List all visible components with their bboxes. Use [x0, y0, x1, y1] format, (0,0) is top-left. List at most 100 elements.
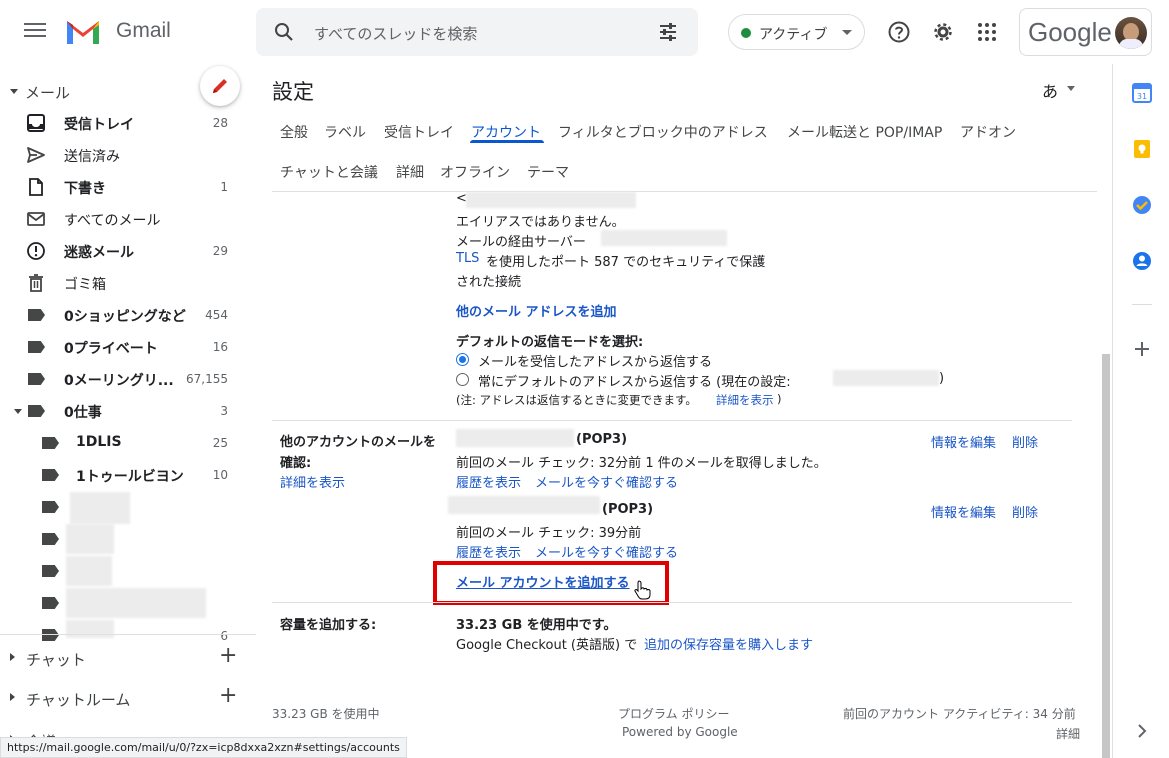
checkout-text: Google Checkout (英語版) で [456, 638, 638, 653]
check-now-link[interactable]: メールを今すぐ確認する [535, 472, 678, 491]
label-tag-icon [28, 341, 45, 353]
sidebar-label-shopping[interactable]: 0ショッピングなど 454 [0, 299, 256, 331]
reply-option-1-label[interactable]: メールを受信したアドレスから返信する [478, 351, 712, 370]
reply-from-received-radio[interactable] [456, 353, 469, 366]
sidebar-label-tourbillon[interactable]: 1トゥールビヨン 10 [0, 459, 256, 491]
tab-labels[interactable]: ラベル [324, 122, 366, 142]
gmail-logo-icon[interactable] [64, 17, 102, 47]
label-tag-icon [28, 405, 45, 417]
activity-details-link[interactable]: 詳細 [1056, 725, 1080, 742]
redacted-label [70, 492, 130, 524]
send-icon [27, 147, 45, 163]
storage-usage: 33.23 GB を使用中です。 [456, 618, 617, 633]
reply-from-default-radio[interactable] [456, 373, 469, 386]
tab-inbox[interactable]: 受信トレイ [384, 122, 454, 142]
collapse-triangle-icon[interactable] [10, 89, 18, 94]
sidebar-item-drafts[interactable]: 下書き 1 [0, 171, 256, 203]
chat-rooms-section[interactable]: チャットルーム + [0, 678, 256, 718]
sidebar-item-all-mail[interactable]: すべてのメール [0, 203, 256, 235]
sidebar-item-label: ゴミ箱 [64, 277, 106, 293]
calendar-icon[interactable]: 31 [1131, 82, 1153, 104]
search-input[interactable]: すべてのスレッドを検索 [314, 23, 477, 44]
link-hover-url: https://mail.google.com/mail/u/0/?zx=icp… [0, 737, 407, 758]
delete-link[interactable]: 削除 [1012, 502, 1038, 521]
search-icon[interactable] [272, 20, 296, 44]
tab-forwarding[interactable]: メール転送と POP/IMAP [787, 122, 942, 142]
tab-accounts[interactable]: アカウント [471, 122, 541, 142]
sidebar-label-hidden[interactable] [0, 555, 256, 587]
input-tools-button[interactable]: あ [1042, 78, 1058, 102]
search-bar[interactable]: すべてのスレッドを検索 [256, 8, 698, 56]
tls-link[interactable]: TLS [456, 251, 479, 266]
chat-section[interactable]: チャット + [0, 638, 256, 678]
app-name[interactable]: Gmail [116, 19, 171, 43]
sidebar-item-trash[interactable]: ゴミ箱 [0, 267, 256, 299]
sidebar-label-dlis[interactable]: 1DLIS 25 [0, 427, 256, 459]
inbox-icon [27, 114, 45, 132]
sidebar-label-private[interactable]: 0プライベート 16 [0, 331, 256, 363]
check-mail-label: 他のアカウントのメールを [280, 435, 437, 450]
storage-label: 容量を追加する: [280, 618, 377, 633]
delete-link[interactable]: 削除 [1012, 432, 1038, 451]
tab-general[interactable]: 全般 [280, 122, 308, 142]
contacts-icon[interactable] [1131, 250, 1153, 272]
tab-chat-meet[interactable]: チャットと会議 [280, 162, 378, 182]
expand-triangle-icon[interactable] [10, 653, 15, 661]
caret-down-icon[interactable] [1067, 86, 1075, 91]
sidebar-item-spam[interactable]: 迷惑メール 29 [0, 235, 256, 267]
compose-button[interactable] [200, 66, 240, 106]
edit-info-link[interactable]: 情報を編集 [931, 502, 996, 521]
reply-note-learn-more[interactable]: 詳細を表示 [716, 392, 774, 408]
apps-grid-icon[interactable] [975, 20, 999, 44]
tab-offline[interactable]: オフライン [440, 162, 510, 182]
main-menu-icon[interactable] [24, 20, 46, 42]
view-history-link[interactable]: 履歴を表示 [456, 542, 521, 561]
label-tag-icon [42, 469, 59, 481]
add-other-address-link[interactable]: 他のメール アドレスを追加 [456, 301, 617, 320]
section-divider [272, 420, 1072, 421]
active-tab-indicator [470, 140, 544, 143]
chevron-right-icon[interactable] [1131, 720, 1153, 742]
check-mail-learn-more[interactable]: 詳細を表示 [280, 472, 345, 491]
tab-addons[interactable]: アドオン [960, 122, 1016, 142]
tab-filters[interactable]: フィルタとブロック中のアドレス [558, 122, 768, 142]
edit-info-link[interactable]: 情報を編集 [931, 432, 996, 451]
unread-count: 29 [212, 244, 228, 258]
add-addon-plus-icon[interactable] [1131, 338, 1153, 360]
google-account-button[interactable]: Google [1019, 8, 1152, 56]
tab-themes[interactable]: テーマ [527, 162, 569, 182]
tab-advanced[interactable]: 詳細 [396, 162, 424, 182]
sidebar-item-label: 受信トレイ [64, 117, 134, 133]
chat-rooms-label: チャットルーム [26, 691, 131, 709]
add-mail-account-link[interactable]: メール アカウントを追加する [456, 572, 630, 591]
help-icon[interactable] [887, 20, 911, 44]
add-chat-icon[interactable]: + [219, 645, 237, 667]
search-options-icon[interactable] [656, 20, 680, 44]
unread-count: 67,155 [186, 372, 228, 386]
expand-triangle-icon[interactable] [10, 693, 15, 701]
keep-icon[interactable] [1131, 138, 1153, 160]
sidebar-item-inbox[interactable]: 受信トレイ 28 [0, 107, 256, 139]
sidebar-label-hidden[interactable] [0, 523, 256, 555]
sidebar-label-mailing-list[interactable]: 0メーリングリ... 67,155 [0, 363, 256, 395]
label-tag-icon [42, 437, 59, 449]
program-policy-link[interactable]: プログラム ポリシー [618, 705, 729, 722]
sidebar-label-work[interactable]: 0仕事 3 [0, 395, 256, 427]
unread-count: 28 [212, 116, 228, 130]
reply-option-2-label[interactable]: 常にデフォルトのアドレスから返信する (現在の設定: [478, 371, 791, 390]
add-room-icon[interactable]: + [219, 685, 237, 707]
expand-triangle-icon[interactable] [14, 409, 22, 414]
settings-gear-icon[interactable] [931, 20, 955, 44]
tasks-icon[interactable] [1131, 194, 1153, 216]
sidebar-item-label: 迷惑メール [64, 245, 134, 261]
status-selector[interactable]: アクティブ [728, 14, 865, 50]
check-now-link[interactable]: メールを今すぐ確認する [535, 542, 678, 561]
avatar[interactable] [1115, 17, 1147, 49]
scrollbar-thumb[interactable] [1102, 354, 1110, 758]
redacted-label [66, 524, 114, 554]
account-1-protocol: (POP3) [576, 432, 628, 447]
draft-file-icon [29, 178, 43, 196]
view-history-link[interactable]: 履歴を表示 [456, 472, 521, 491]
sidebar-item-sent[interactable]: 送信済み [0, 139, 256, 171]
buy-storage-link[interactable]: 追加の保存容量を購入します [644, 634, 813, 653]
